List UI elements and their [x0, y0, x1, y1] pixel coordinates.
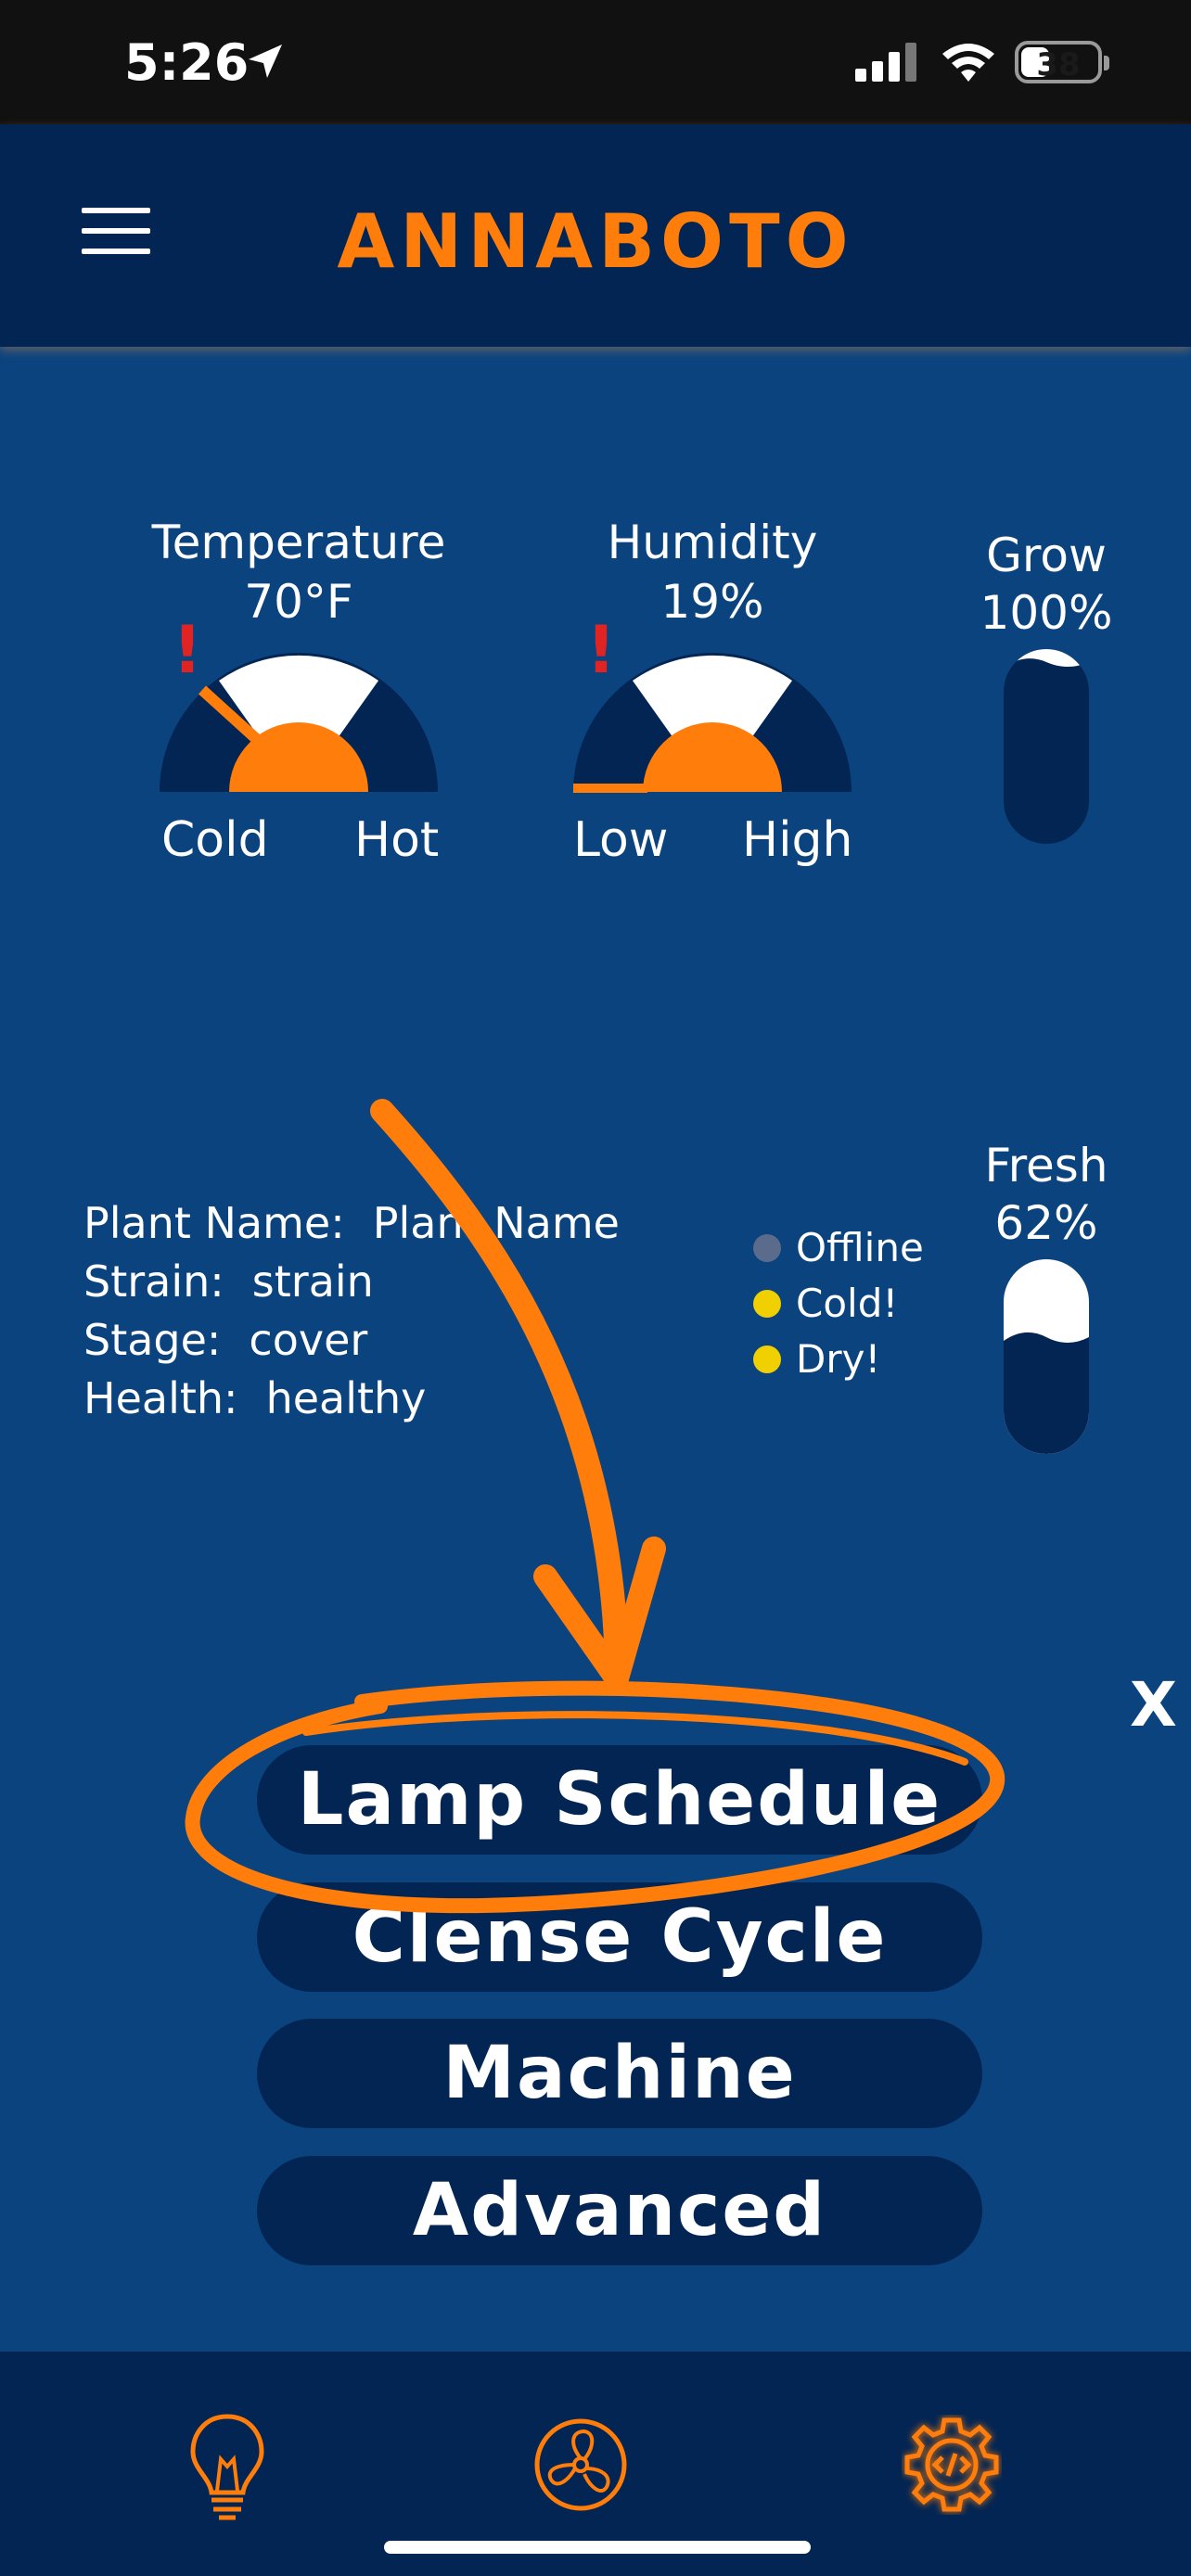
advanced-button[interactable]: Advanced — [257, 2156, 982, 2265]
fresh-title: Fresh — [984, 1139, 1108, 1192]
plant-name-key: Plant Name: — [83, 1198, 345, 1248]
fan-icon[interactable] — [532, 2417, 629, 2513]
health-row: Health: healthy — [83, 1370, 620, 1428]
fresh-value: 62% — [994, 1196, 1098, 1250]
close-button[interactable]: X — [1130, 1669, 1177, 1741]
machine-button[interactable]: Machine — [257, 2019, 982, 2128]
strain-value: strain — [251, 1256, 374, 1307]
plant-info: Plant Name: Plant Name Strain: strain Stag… — [83, 1194, 620, 1428]
legend-item-cold: Cold! — [753, 1276, 924, 1332]
humidity-dial — [573, 653, 852, 793]
plant-name-value: Plant Name — [372, 1198, 620, 1248]
legend-label: Cold! — [796, 1281, 899, 1326]
cold-dot-icon — [753, 1290, 781, 1318]
grow-meter: Grow 100% — [955, 527, 1137, 642]
temperature-title: Temperature — [151, 516, 446, 569]
health-key: Health: — [83, 1373, 238, 1423]
app-header: ANNABOTO — [0, 124, 1191, 347]
grow-title: Grow — [986, 529, 1107, 582]
gear-code-icon[interactable] — [902, 2415, 1002, 2515]
signal-icon — [855, 43, 916, 82]
clense-cycle-button[interactable]: Clense Cycle — [257, 1882, 982, 1992]
app-title: ANNABOTO — [337, 198, 854, 285]
legend-label: Dry! — [796, 1336, 881, 1382]
battery-icon: 38 — [1015, 41, 1109, 83]
dry-dot-icon — [753, 1345, 781, 1373]
strain-row: Strain: strain — [83, 1253, 620, 1311]
grow-value: 100% — [980, 586, 1113, 640]
humidity-title: Humidity — [607, 516, 818, 569]
humidity-high-label: High — [742, 812, 853, 868]
status-time: 5:26 — [124, 33, 250, 92]
strain-key: Strain: — [83, 1256, 224, 1307]
offline-dot-icon — [753, 1234, 781, 1262]
status-bar: 5:26 38 — [0, 0, 1191, 124]
status-legend: Offline Cold! Dry! — [753, 1220, 924, 1387]
temperature-low-label: Cold — [161, 812, 269, 868]
stage-key: Stage: — [83, 1315, 222, 1365]
health-value: healthy — [265, 1373, 427, 1423]
location-icon — [249, 45, 282, 78]
lightbulb-icon[interactable] — [186, 2411, 269, 2522]
temperature-high-label: Hot — [354, 812, 440, 868]
grow-level-bar — [1004, 649, 1089, 844]
home-indicator — [384, 2541, 811, 2554]
plant-name-row: Plant Name: Plant Name — [83, 1194, 620, 1253]
stage-row: Stage: cover — [83, 1311, 620, 1370]
fresh-level-bar — [1004, 1259, 1089, 1454]
fresh-meter: Fresh 62% — [955, 1137, 1137, 1252]
battery-level: 38 — [1036, 46, 1081, 83]
legend-item-dry: Dry! — [753, 1332, 924, 1387]
lamp-schedule-button[interactable]: Lamp Schedule — [257, 1745, 982, 1855]
legend-item-offline: Offline — [753, 1220, 924, 1276]
stage-value: cover — [249, 1315, 368, 1365]
legend-label: Offline — [796, 1225, 924, 1270]
humidity-low-label: Low — [573, 812, 669, 868]
wifi-icon — [942, 44, 994, 82]
temperature-dial — [160, 653, 438, 792]
